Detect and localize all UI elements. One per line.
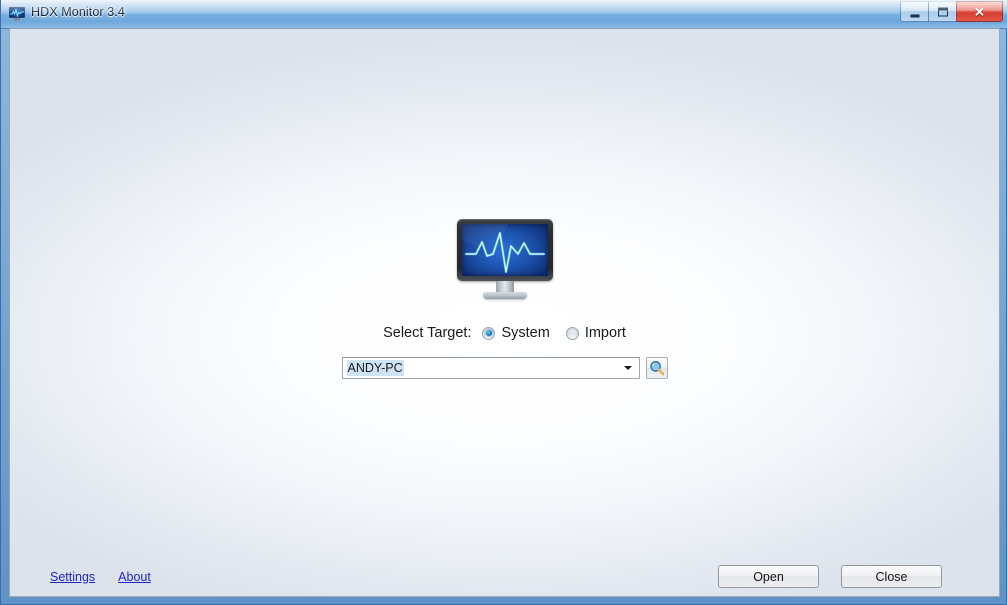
monitor-bezel: [456, 219, 553, 281]
radio-option-import[interactable]: Import: [565, 325, 626, 341]
title-bar[interactable]: HDX Monitor 3.4 ✕: [1, 0, 1007, 29]
minimize-icon: [910, 14, 919, 17]
monitor-ecg-waveform-logo: [456, 219, 553, 299]
target-selector-row: ANDY-PC: [10, 357, 999, 379]
close-button[interactable]: ✕: [956, 1, 1003, 22]
target-combobox-value: ANDY-PC: [346, 360, 404, 376]
app-icon-waveform: [10, 8, 24, 17]
window-title: HDX Monitor 3.4: [31, 5, 125, 19]
select-target-label: Select Target:: [383, 325, 472, 341]
minimize-button[interactable]: [900, 1, 929, 22]
about-link[interactable]: About: [118, 570, 151, 584]
client-area: Select Target: System Import ANDY-PC Set…: [9, 28, 1000, 597]
magnifier-icon: [649, 361, 664, 376]
radio-system-label: System: [501, 325, 550, 341]
footer-links: Settings About: [50, 570, 151, 584]
chevron-down-icon[interactable]: [623, 366, 632, 370]
footer-actions: Open Close: [718, 565, 942, 588]
select-target-row: Select Target: System Import: [10, 325, 999, 341]
radio-option-system[interactable]: System: [482, 325, 550, 341]
app-icon[interactable]: [9, 7, 25, 21]
open-button[interactable]: Open: [718, 565, 819, 588]
monitor-screen: [461, 224, 548, 276]
application-window: HDX Monitor 3.4 ✕ Select Target: System …: [0, 0, 1007, 605]
settings-link[interactable]: Settings: [50, 570, 95, 584]
target-combobox[interactable]: ANDY-PC: [341, 357, 640, 379]
center-content: Select Target: System Import ANDY-PC: [10, 219, 999, 379]
monitor-stand-base: [482, 292, 527, 299]
close-icon: ✕: [974, 4, 985, 19]
app-icon-stand: [14, 18, 20, 21]
close-action-button[interactable]: Close: [841, 565, 942, 588]
window-controls: ✕: [900, 1, 1003, 22]
search-button[interactable]: [645, 357, 668, 379]
maximize-button[interactable]: [928, 1, 957, 22]
radio-import-icon[interactable]: [565, 326, 579, 340]
radio-import-label: Import: [584, 325, 626, 341]
ecg-waveform-icon: [464, 231, 545, 274]
radio-system-icon[interactable]: [482, 326, 496, 340]
maximize-icon: [937, 7, 948, 16]
